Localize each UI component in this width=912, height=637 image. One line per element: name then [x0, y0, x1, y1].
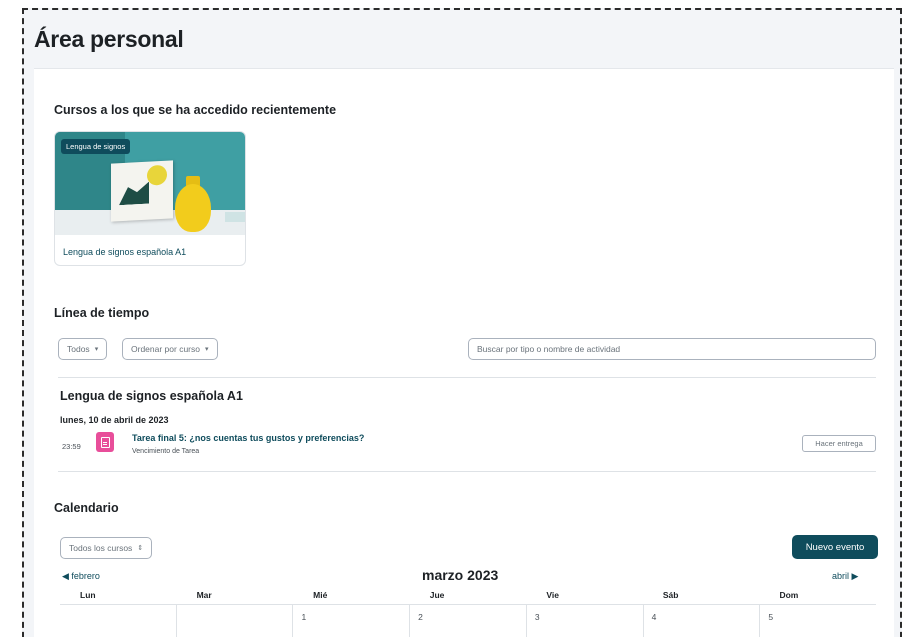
course-category-badge: Lengua de signos — [61, 139, 131, 154]
weekday-wed: Mié — [313, 590, 328, 600]
course-image-paper — [225, 212, 245, 222]
calendar-day-cell[interactable]: 5 — [760, 605, 876, 637]
calendar-week-row: 1 2 3 4 5 — [60, 605, 876, 637]
recent-courses-title: Cursos a los que se ha accedido reciente… — [54, 103, 337, 117]
event-title-link[interactable]: Tarea final 5: ¿nos cuentas tus gustos y… — [132, 433, 364, 443]
course-name-link[interactable]: Lengua de signos española A1 — [63, 247, 186, 257]
timeline-divider-top — [58, 377, 876, 378]
sort-arrows-icon: ⇕ — [137, 545, 144, 552]
weekday-sat: Sáb — [662, 590, 679, 600]
calendar-day-cell[interactable]: 2 — [410, 605, 527, 637]
weekday-tue: Mar — [196, 590, 212, 600]
weekday-sun: Dom — [779, 590, 799, 600]
chevron-down-icon: ▾ — [94, 346, 99, 353]
course-image-vase — [175, 184, 211, 232]
month-title: marzo 2023 — [422, 567, 499, 583]
arrow-left-icon: ◀ — [62, 571, 72, 581]
page-header: Área personal — [34, 26, 184, 53]
document-icon — [100, 436, 110, 448]
calendar-title: Calendario — [54, 501, 119, 515]
calendar-course-label: Todos los cursos — [69, 543, 133, 553]
calendar-day-cell[interactable]: 3 — [527, 605, 644, 637]
new-event-button[interactable]: Nuevo evento — [792, 535, 878, 559]
next-month-link[interactable]: abril ▶ — [832, 571, 858, 582]
prev-month-label: febrero — [71, 571, 100, 581]
calendar-day-cell[interactable] — [177, 605, 294, 637]
next-month-label: abril — [832, 571, 850, 581]
calendar-course-select[interactable]: Todos los cursos ⇕ — [60, 537, 153, 559]
timeline-search-input[interactable] — [468, 338, 876, 360]
event-time: 23:59 — [62, 442, 81, 451]
calendar-weekday-header: Lun Mar Mié Jue Vie Sáb Dom — [60, 587, 876, 605]
timeline-date-heading: lunes, 10 de abril de 2023 — [60, 415, 169, 425]
timeline-course-heading: Lengua de signos española A1 — [60, 389, 243, 403]
assignment-icon — [96, 432, 114, 452]
weekday-mon: Lun — [80, 590, 96, 600]
course-image-mountain — [119, 182, 149, 206]
prev-month-link[interactable]: ◀ febrero — [62, 571, 100, 582]
weekday-thu: Jue — [429, 590, 445, 600]
arrow-right-icon: ▶ — [849, 571, 859, 581]
calendar-day-cell[interactable]: 1 — [293, 605, 411, 637]
calendar-grid: Lun Mar Mié Jue Vie Sáb Dom 1 2 3 4 5 — [60, 587, 876, 637]
event-subtitle: Vencimiento de Tarea — [132, 448, 200, 455]
timeline-sort-select[interactable]: Ordenar por curso ▾ — [122, 338, 218, 360]
submit-assignment-button[interactable]: Hacer entrega — [802, 435, 876, 452]
main-content: Cursos a los que se ha accedido reciente… — [34, 68, 894, 637]
dashboard-frame: Área personal Cursos a los que se ha acc… — [22, 8, 902, 637]
timeline-divider-bottom — [58, 471, 876, 472]
timeline-sort-label: Ordenar por curso — [131, 344, 200, 354]
timeline-filter-select[interactable]: Todos ▾ — [58, 338, 108, 360]
course-image-board — [111, 160, 173, 222]
course-image-sun — [147, 164, 167, 186]
timeline-filter-label: Todos — [67, 344, 90, 354]
timeline-title: Línea de tiempo — [54, 306, 150, 320]
calendar-day-cell[interactable] — [60, 605, 177, 637]
chevron-down-icon: ▾ — [204, 346, 209, 353]
course-card[interactable]: Lengua de signos Lengua de signos españo… — [54, 131, 246, 266]
course-image[interactable]: Lengua de signos — [55, 132, 245, 235]
page-title: Área personal — [34, 26, 184, 52]
weekday-fri: Vie — [546, 590, 559, 600]
calendar-day-cell[interactable]: 4 — [644, 605, 761, 637]
